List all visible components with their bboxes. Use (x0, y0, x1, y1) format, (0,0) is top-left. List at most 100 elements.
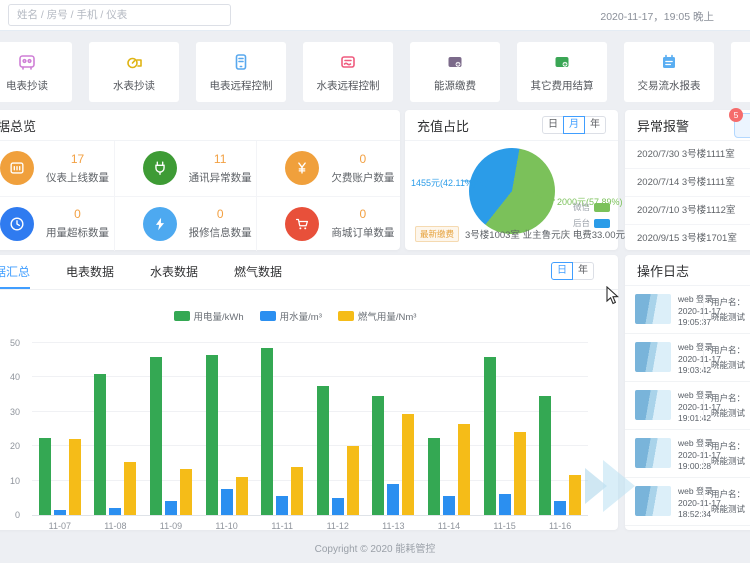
bar (317, 386, 329, 515)
log-user-label: 用户名： (711, 343, 745, 358)
bar (39, 438, 51, 515)
summary-tab-2[interactable]: 水表数据 (150, 255, 198, 289)
alarm-list-item-2[interactable]: 2020/7/10 3号楼1112室 (625, 196, 750, 224)
overview-header: 数据总览 (0, 110, 400, 141)
quick-action-card-0[interactable]: 电表抄读 (0, 42, 72, 102)
summary-tab-3[interactable]: 燃气数据 (234, 255, 282, 289)
bar (443, 496, 455, 515)
legend-label: 用水量/m³ (280, 309, 322, 323)
bar (124, 462, 136, 515)
electric-meter-icon (17, 51, 37, 73)
x-tick-label: 11-10 (199, 521, 255, 531)
mall-order-icon (285, 207, 319, 241)
stat-value: 0 (217, 207, 224, 221)
legend-item-0[interactable]: 用电量/kWh (174, 309, 244, 323)
log-entry-2[interactable]: web 登录2020-11-1719:01:42用户名：晓能测试 (625, 382, 750, 430)
alarm-notify-button[interactable]: 5 (734, 113, 750, 138)
summary-tab-0[interactable]: 数据汇总 (0, 255, 30, 289)
bar-group-11-09: 11-09 (143, 343, 199, 515)
log-entry-3[interactable]: web 登录2020-11-1719:00:28用户名：晓能测试 (625, 430, 750, 478)
bar (484, 357, 496, 515)
y-tick-label: 10 (10, 476, 20, 486)
legend-swatch (338, 311, 354, 321)
bar (94, 374, 106, 515)
log-user-name: 晓能测试 (711, 406, 745, 421)
legend-item-1[interactable]: 用水量/m³ (260, 309, 322, 323)
summary-range-tab-0[interactable]: 日 (551, 262, 573, 280)
quick-action-card-5[interactable]: 其它费用结算 (517, 42, 607, 102)
quick-action-label: 交易流水报表 (638, 78, 701, 93)
log-entry-0[interactable]: web 登录2020-11-1719:05:37用户名：晓能测试 (625, 286, 750, 334)
log-user-name: 晓能测试 (711, 310, 745, 325)
log-user-label: 用户名： (711, 439, 745, 454)
bar (387, 484, 399, 515)
stat-cell-4[interactable]: 0 报修信息数量 (115, 196, 258, 252)
stat-label: 通讯异常数量 (189, 170, 252, 185)
y-tick-label: 20 (10, 441, 20, 451)
latest-payment-badge: 最新缴费 (415, 226, 459, 242)
stat-cell-1[interactable]: 11通讯异常数量 (115, 141, 258, 196)
meter-online-icon (0, 151, 34, 185)
stat-value: 0 (359, 207, 366, 221)
stat-label: 用量超标数量 (46, 225, 109, 240)
alarm-list-item-1[interactable]: 2020/7/14 3号楼1111室 (625, 168, 750, 196)
quick-action-card-4[interactable]: 能源缴费 (410, 42, 500, 102)
alarm-list-item-3[interactable]: 2020/9/15 3号楼1701室 (625, 224, 750, 252)
panel-title: 充值占比 (417, 116, 469, 135)
panel-title: 数据总览 (0, 116, 36, 135)
stat-cell-3[interactable]: 0用量超标数量 (0, 196, 115, 252)
bar (347, 446, 359, 515)
quick-action-card-clipped[interactable] (731, 42, 750, 102)
bar-group-11-11: 11-11 (254, 343, 310, 515)
alarm-list-item-0[interactable]: 2020/7/30 3号楼1111室 (625, 141, 750, 168)
y-tick-label: 50 (10, 338, 20, 348)
bar (150, 357, 162, 515)
bar-group-11-15: 11-15 (477, 343, 533, 515)
bar (276, 496, 288, 515)
stat-label: 报修信息数量 (189, 225, 252, 240)
bar-group-11-16: 11-16 (532, 343, 588, 515)
bar-plot: 11-0711-0811-0911-1011-1111-1211-1311-14… (32, 343, 588, 516)
recharge-range-tab-2[interactable]: 年 (584, 116, 606, 134)
bar (539, 396, 551, 515)
stat-cell-2[interactable]: 0欠费账户数量 (257, 141, 400, 196)
log-entry-1[interactable]: web 登录2020-11-1719:03:42用户名：晓能测试 (625, 334, 750, 382)
bar-group-11-08: 11-08 (88, 343, 144, 515)
footer-copyright: Copyright © 2020 能耗管控 (0, 540, 750, 555)
energy-pay-icon (445, 51, 465, 73)
x-tick-label: 11-12 (310, 521, 366, 531)
quick-action-label: 其它费用结算 (531, 78, 594, 93)
summary-tab-1[interactable]: 电表数据 (66, 255, 114, 289)
quick-action-label: 电表远程控制 (210, 78, 273, 93)
bar (261, 348, 273, 515)
stat-cell-0[interactable]: 17仪表上线数量 (0, 141, 115, 196)
quick-action-card-6[interactable]: 交易流水报表 (624, 42, 714, 102)
recharge-range-tabs: 日月年 (542, 116, 606, 134)
x-tick-label: 11-07 (32, 521, 88, 531)
stat-label: 仪表上线数量 (46, 170, 109, 185)
quick-action-card-3[interactable]: 水表远程控制 (303, 42, 393, 102)
bar (236, 477, 248, 515)
recharge-range-tab-1[interactable]: 月 (563, 116, 585, 134)
quick-action-card-1[interactable]: 水表抄读 (89, 42, 179, 102)
y-tick-label: 30 (10, 407, 20, 417)
quick-action-label: 水表远程控制 (317, 78, 380, 93)
pie-legend-item-0[interactable]: 微信 (573, 202, 610, 213)
x-tick-label: 11-13 (366, 521, 422, 531)
summary-range-tab-1[interactable]: 年 (572, 262, 594, 280)
y-tick-label: 0 (15, 510, 20, 520)
legend-item-2[interactable]: 燃气用量/Nm³ (338, 309, 417, 323)
panel-recharge-ratio: 充值占比 日月年 1455元(42.11%) 2000元(57.89%) 微信后… (405, 110, 618, 250)
bar (499, 494, 511, 515)
quick-action-row: 电表抄读水表抄读电表远程控制 水表远程控制 能源缴费其它费用结算 交易流水报表 (0, 42, 750, 102)
recharge-range-tab-0[interactable]: 日 (542, 116, 564, 134)
quick-action-card-2[interactable]: 电表远程控制 (196, 42, 286, 102)
log-entry-4[interactable]: web 登录2020-11-1718:52:34用户名：晓能测试 (625, 478, 750, 526)
search-input[interactable] (8, 4, 231, 26)
log-user-name: 晓能测试 (711, 454, 745, 469)
panel-data-overview: 数据总览 17仪表上线数量11通讯异常数量0欠费账户数量0用量超标数量0报修信息… (0, 110, 400, 250)
stat-cell-5[interactable]: 0商城订单数量 (257, 196, 400, 252)
log-user-label: 用户名： (711, 391, 745, 406)
latest-payment-text: 3号楼1003室 业主鲁元庆 电费33.00元 (465, 227, 625, 241)
x-tick-label: 11-14 (421, 521, 477, 531)
